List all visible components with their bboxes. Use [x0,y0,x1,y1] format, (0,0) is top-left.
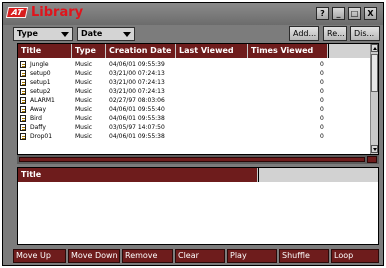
table-row[interactable]: Bird Music 04/06/01 09:55:38 0 [18,114,372,123]
cell-title: Daffy [30,124,46,131]
cell-created: 03/21/00 07:24:13 [109,70,165,77]
close-button[interactable]: X [364,7,377,20]
table-row[interactable]: setup1 Music 03/21/00 07:24:13 0 [18,78,372,87]
cell-created: 04/06/01 09:55:38 [109,115,165,122]
file-icon [20,88,26,95]
column-header-title[interactable]: Title [18,44,72,58]
table-row[interactable]: ALARM1 Music 02/27/97 08:03:06 0 [18,96,372,105]
table-row[interactable]: setup0 Music 03/21/00 07:24:13 0 [18,69,372,78]
type-filter-dropdown[interactable]: Type [13,27,73,41]
playlist-column-header-filler [258,168,378,182]
arrow-up-icon [373,47,377,50]
date-filter-dropdown[interactable]: Date [77,27,135,41]
file-icon [20,61,26,68]
cell-type: Music [75,124,93,131]
cell-title: ALARM1 [30,97,55,104]
cell-title: setup0 [30,70,51,77]
scroll-down-button[interactable] [371,145,378,153]
cell-times: 0 [320,97,324,104]
shuffle-button[interactable]: Shuffle [279,249,329,263]
chevron-down-icon [123,32,131,37]
horizontal-scroll-thumb[interactable] [19,157,365,162]
table-row[interactable]: setup2 Music 03/21/00 07:24:13 0 [18,87,372,96]
display-button[interactable]: Dis... [350,26,380,41]
cell-times: 0 [320,124,324,131]
move-up-button[interactable]: Move Up [13,249,66,263]
cell-type: Music [75,115,93,122]
vertical-scrollbar[interactable] [370,44,378,154]
remove-button[interactable]: Remove [122,249,173,263]
cell-created: 03/21/00 07:24:13 [109,79,165,86]
file-icon [20,106,26,113]
add-button[interactable]: Add... [289,26,319,41]
app-logo: AT [5,7,29,18]
cell-title: setup1 [30,79,51,86]
table-row[interactable]: Away Music 04/06/01 09:55:40 0 [18,105,372,114]
loop-button[interactable]: Loop [331,249,379,263]
cell-times: 0 [320,88,324,95]
window-title: Library [31,5,84,20]
file-icon [20,79,26,86]
play-button[interactable]: Play [227,249,277,263]
type-filter-label: Type [17,29,38,38]
cell-type: Music [75,79,93,86]
cell-times: 0 [320,70,324,77]
playlist-table: Title [17,167,379,245]
cell-times: 0 [320,61,324,68]
arrow-down-icon [373,148,377,151]
cell-type: Music [75,97,93,104]
rename-button[interactable]: Re... [323,26,347,41]
cell-title: Bird [30,115,42,122]
cell-type: Music [75,70,93,77]
cell-title: Away [30,106,46,113]
minimize-button[interactable]: _ [332,7,345,20]
cell-times: 0 [320,79,324,86]
cell-title: setup2 [30,88,51,95]
clear-button[interactable]: Clear [175,249,225,263]
file-icon [20,124,26,131]
scroll-up-button[interactable] [371,44,378,52]
file-icon [20,115,26,122]
column-header-creation-date[interactable]: Creation Date [106,44,176,58]
cell-created: 04/06/01 09:55:39 [109,61,165,68]
library-window: AT Library ? _ □ X Type Date Add... Re..… [2,2,384,266]
help-button[interactable]: ? [316,7,329,20]
file-icon [20,97,26,104]
chevron-down-icon [61,32,69,37]
cell-type: Music [75,133,93,140]
date-filter-label: Date [81,29,103,38]
horizontal-scrollbar[interactable] [17,155,379,164]
cell-times: 0 [320,115,324,122]
cell-title: Jungle [30,61,49,68]
playlist-column-header-title[interactable]: Title [18,168,258,182]
table-row[interactable]: Daffy Music 03/05/97 14:07:50 0 [18,123,372,132]
cell-created: 04/06/01 09:55:40 [109,106,165,113]
column-header-times-viewed[interactable]: Times Viewed [248,44,328,58]
library-table: Title Type Creation Date Last Viewed Tim… [17,43,379,155]
cell-created: 03/05/97 14:07:50 [109,124,165,131]
cell-times: 0 [320,106,324,113]
title-bar[interactable]: AT Library ? _ □ X [3,3,383,25]
cell-created: 04/06/01 09:55:38 [109,133,165,140]
cell-created: 03/21/00 07:24:13 [109,88,165,95]
move-down-button[interactable]: Move Down [68,249,120,263]
file-icon [20,70,26,77]
table-row[interactable]: Jungle Music 04/06/01 09:55:39 0 [18,60,372,69]
column-header-type[interactable]: Type [72,44,106,58]
scroll-thumb[interactable] [371,54,378,92]
file-icon [20,133,26,140]
cell-type: Music [75,106,93,113]
cell-title: Drop01 [30,133,53,140]
cell-times: 0 [320,133,324,140]
cell-type: Music [75,61,93,68]
cell-created: 02/27/97 08:03:06 [109,97,165,104]
column-header-last-viewed[interactable]: Last Viewed [176,44,248,58]
cell-type: Music [75,88,93,95]
toolbar: Type Date Add... Re... Dis... [3,25,383,43]
maximize-button[interactable]: □ [348,7,361,20]
column-header-filler [328,44,372,58]
bottom-button-bar: Move Up Move Down Remove Clear Play Shuf… [3,247,383,265]
scroll-right-button[interactable] [367,156,377,163]
table-row[interactable]: Drop01 Music 04/06/01 09:55:38 0 [18,132,372,141]
